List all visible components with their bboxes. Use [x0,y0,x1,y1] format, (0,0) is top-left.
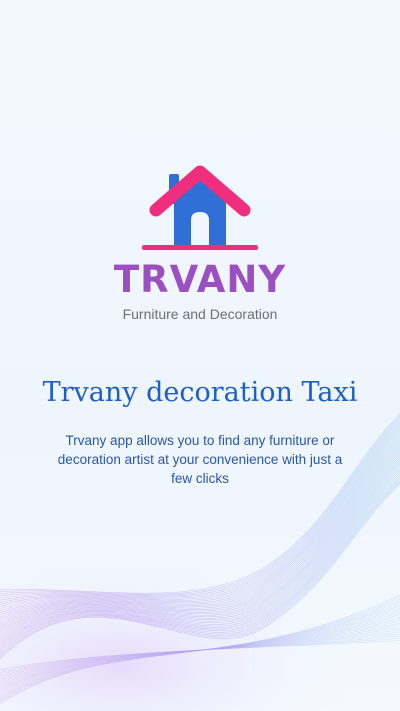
wave-lines-decoration [0,413,400,711]
intro-description: Trvany app allows you to find any furnit… [57,433,343,486]
house-icon [142,165,258,250]
brand-tagline: Furniture and Decoration [122,306,278,322]
brand-logo: TRVANY Furniture and Decoration [0,0,400,340]
page-title: Trvany decoration Taxi [42,377,358,408]
splash-screen: TRVANY Furniture and Decoration Trvany d… [0,0,400,711]
brand-name: TRVANY [113,258,287,301]
